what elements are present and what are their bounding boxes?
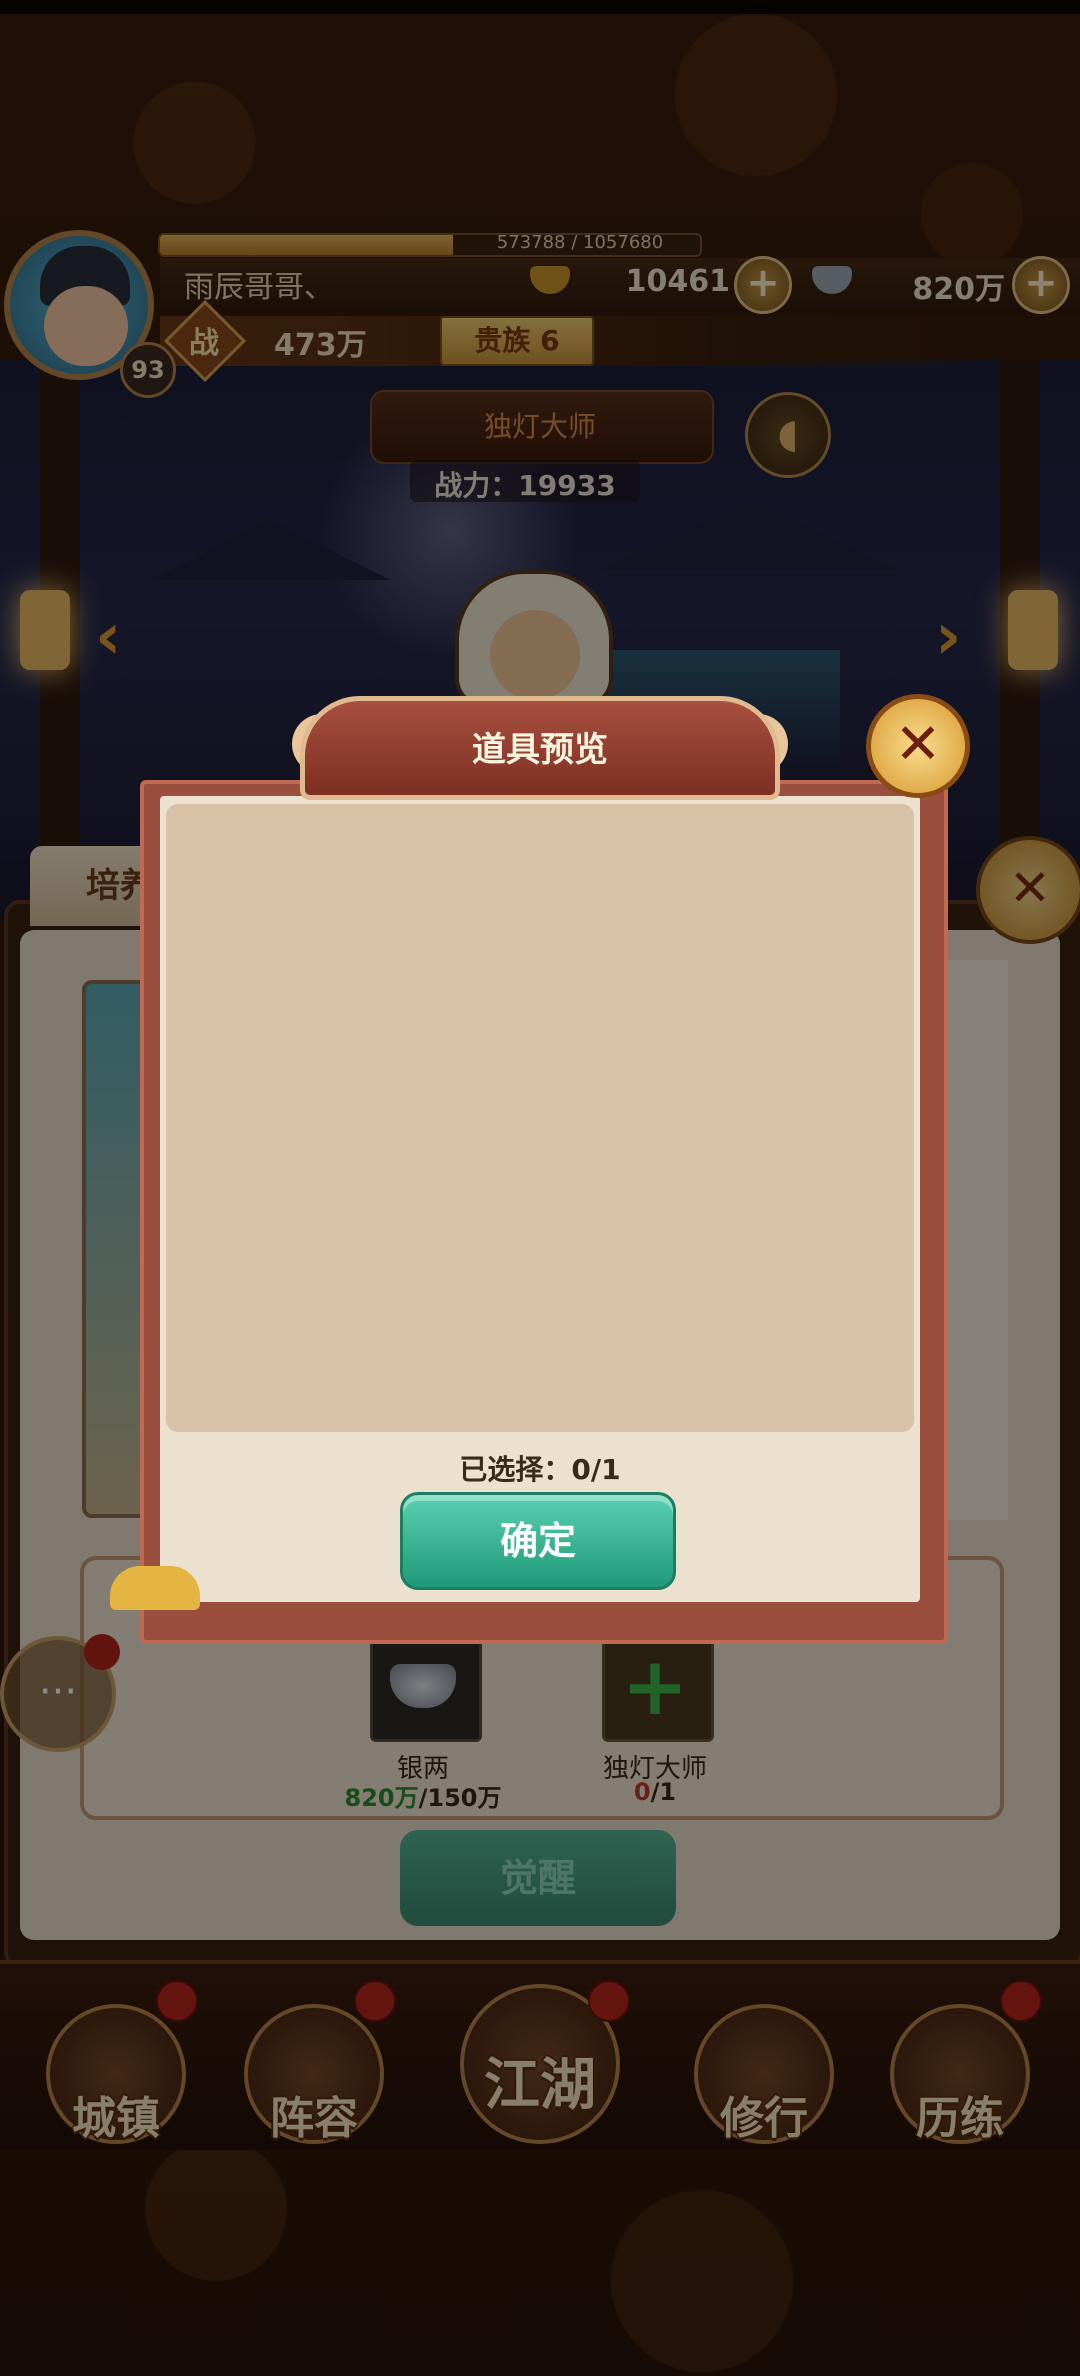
close-icon[interactable]: ✕ [866, 694, 970, 798]
selected-count: 已选择：0/1 [459, 1453, 621, 1486]
modal-title: 道具预览 [472, 730, 608, 770]
confirm-button[interactable]: 确定 [400, 1492, 676, 1590]
cloud-ornament [110, 1566, 200, 1610]
item-preview-area[interactable] [166, 804, 914, 1432]
